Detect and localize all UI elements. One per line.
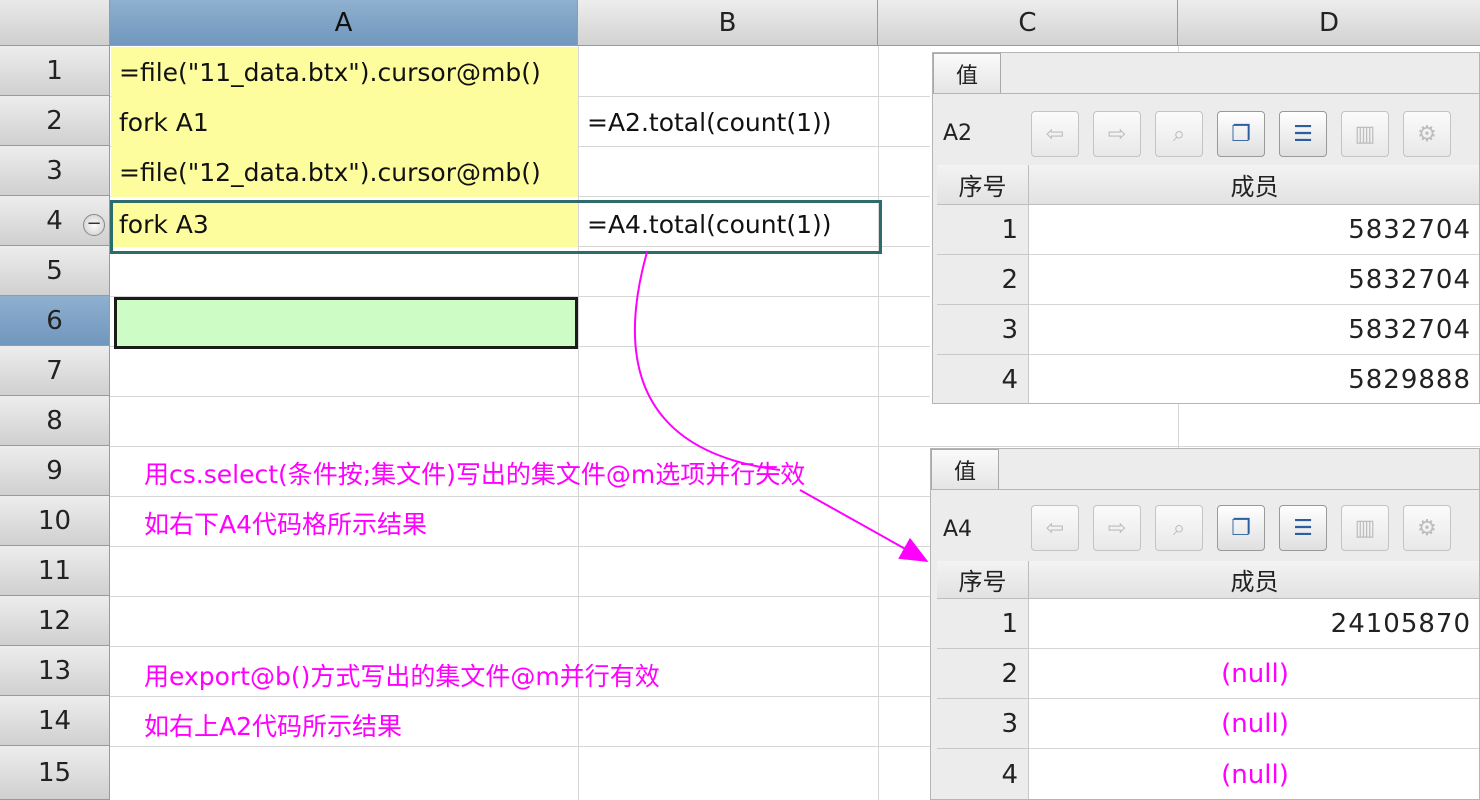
annotation-arrow <box>634 251 929 562</box>
